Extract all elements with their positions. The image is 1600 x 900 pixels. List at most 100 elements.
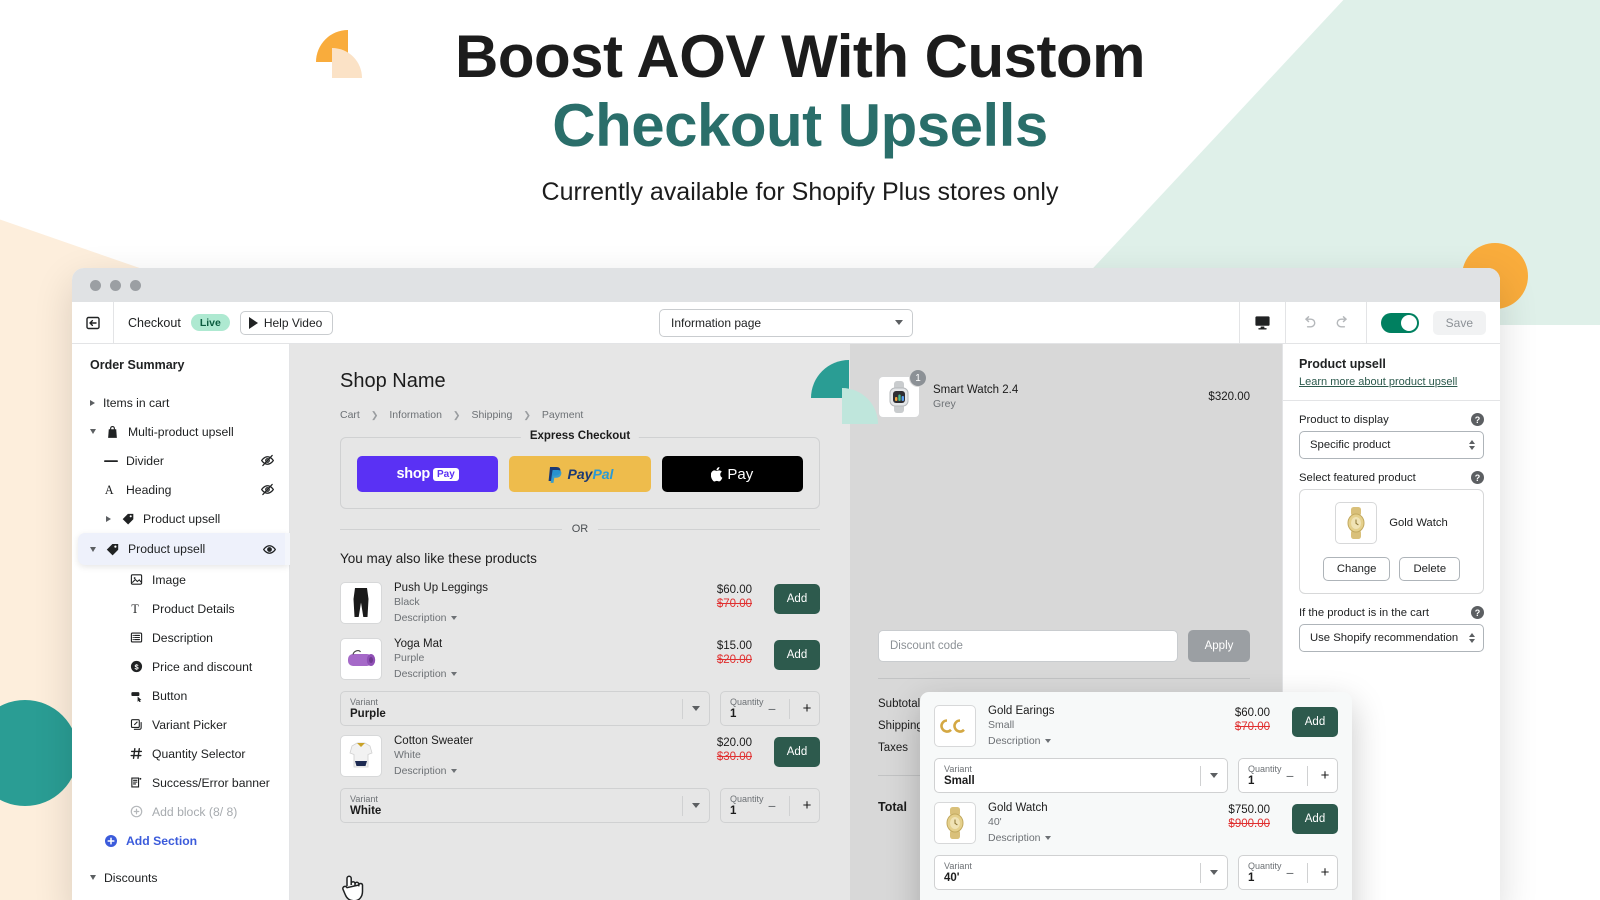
quantity-stepper[interactable]: Quantity 1 − +	[1238, 758, 1338, 793]
sidebar-add-section-button[interactable]: Add Section	[72, 826, 289, 855]
variant-select[interactable]: Variant 40'	[934, 855, 1228, 890]
quantity-increment-button[interactable]: +	[799, 700, 815, 717]
product-description-toggle[interactable]: Description	[394, 612, 705, 624]
eye-off-icon[interactable]	[260, 453, 275, 468]
breadcrumb-information[interactable]: Information	[389, 409, 442, 421]
breadcrumb: Cart ❯ Information ❯ Shipping ❯ Payment	[340, 409, 820, 421]
breadcrumb-cart[interactable]: Cart	[340, 409, 360, 421]
learn-more-link[interactable]: Learn more about product upsell	[1299, 376, 1484, 388]
product-price: $60.00	[716, 584, 752, 596]
paypal-label-b: Pal	[592, 466, 614, 482]
quantity-decrement-button[interactable]: −	[764, 798, 780, 814]
sidebar-item-items-in-cart[interactable]: Items in cart	[72, 388, 289, 417]
redo-icon[interactable]	[1333, 313, 1352, 332]
quantity-decrement-button[interactable]: −	[1282, 768, 1298, 784]
product-name: Yoga Mat	[394, 638, 443, 650]
product-price: $60.00	[1234, 707, 1270, 719]
quantity-stepper[interactable]: Quantity 1 − +	[720, 691, 820, 726]
help-video-button[interactable]: Help Video	[239, 310, 334, 335]
variant-select[interactable]: Variant Small	[934, 758, 1228, 793]
apply-discount-button[interactable]: Apply	[1188, 630, 1250, 662]
poster-stage: Boost AOV With Custom Checkout Upsells C…	[0, 0, 1600, 900]
paypal-label-a: Pay	[567, 466, 593, 482]
hero-header: Boost AOV With Custom Checkout Upsells C…	[0, 26, 1600, 207]
sidebar-add-block-button[interactable]: Add block (8/ 8)	[72, 797, 289, 826]
quantity-stepper[interactable]: Quantity 1 − +	[720, 788, 820, 823]
help-icon[interactable]: ?	[1471, 606, 1484, 619]
divider-icon	[102, 459, 119, 463]
product-description-toggle[interactable]: Description	[394, 765, 705, 777]
quantity-increment-button[interactable]: +	[799, 797, 815, 814]
sidebar-item-image[interactable]: Image	[72, 565, 289, 594]
express-checkout-section: Express Checkout shop Pay Pay Pal Pay	[340, 430, 820, 509]
sidebar-item-heading[interactable]: A Heading	[72, 475, 289, 504]
eye-off-icon[interactable]	[260, 482, 275, 497]
quantity-decrement-button[interactable]: −	[1282, 865, 1298, 881]
chevron-down-icon	[692, 706, 700, 711]
apple-pay-button[interactable]: Pay	[661, 456, 803, 492]
window-minimize-dot[interactable]	[110, 279, 121, 291]
add-product-button[interactable]: Add	[774, 737, 820, 767]
paypal-button[interactable]: Pay Pal	[509, 456, 651, 492]
help-icon[interactable]: ?	[1471, 413, 1484, 426]
variant-select[interactable]: Variant Purple	[340, 691, 710, 726]
add-product-button[interactable]: Add	[774, 640, 820, 670]
product-upsell-popup-card: Gold Earings Small Description $60.00 $7…	[920, 692, 1352, 900]
undo-icon[interactable]	[1300, 313, 1319, 332]
tag-icon	[104, 542, 121, 557]
sidebar-item-discounts[interactable]: Discounts	[72, 863, 289, 892]
publish-toggle[interactable]	[1380, 312, 1419, 333]
banner-icon	[128, 776, 145, 789]
shop-pay-button[interactable]: shop Pay	[357, 456, 499, 492]
help-icon[interactable]: ?	[1471, 471, 1484, 484]
text-t-icon: T	[128, 602, 145, 615]
sidebar-item-quantity-selector[interactable]: Quantity Selector	[72, 739, 289, 768]
sidebar-item-multi-product-upsell[interactable]: Multi-product upsell	[72, 417, 289, 446]
delete-product-button[interactable]: Delete	[1399, 557, 1461, 581]
chevron-right-icon	[106, 515, 111, 522]
sidebar-item-price-and-discount[interactable]: $ Price and discount	[72, 652, 289, 681]
add-product-button[interactable]: Add	[1292, 707, 1338, 737]
sidebar-item-product-details[interactable]: T Product Details	[72, 594, 289, 623]
app-window: Checkout Live Help Video Information pag…	[72, 268, 1500, 900]
sidebar-item-product-upsell-selected[interactable]: Product upsell	[78, 533, 309, 565]
product-description-toggle[interactable]: Description	[394, 668, 705, 680]
sidebar-item-product-upsell-1[interactable]: Product upsell	[72, 504, 289, 533]
sidebar-item-button[interactable]: Button	[72, 681, 289, 710]
preview-device-button[interactable]	[1240, 302, 1285, 343]
window-maximize-dot[interactable]	[130, 279, 141, 291]
cart-line-item: 1 Smart Watch 2.4 Grey $320.00	[878, 369, 1250, 424]
sidebar-item-divider[interactable]: Divider	[72, 446, 289, 475]
add-product-button[interactable]: Add	[1292, 804, 1338, 834]
variant-value: Purple	[350, 708, 386, 720]
window-close-dot[interactable]	[90, 279, 101, 291]
quantity-increment-button[interactable]: +	[1317, 767, 1333, 784]
add-product-button[interactable]: Add	[774, 584, 820, 614]
variant-select[interactable]: Variant White	[340, 788, 710, 823]
chevron-down-icon	[90, 546, 96, 552]
product-description-toggle[interactable]: Description	[988, 735, 1223, 747]
quantity-value: 1	[730, 805, 737, 817]
product-name: Gold Watch	[988, 802, 1048, 814]
sidebar-item-success-error-banner[interactable]: Success/Error banner	[72, 768, 289, 797]
quantity-increment-button[interactable]: +	[1317, 864, 1333, 881]
quantity-decrement-button[interactable]: −	[764, 701, 780, 717]
save-button[interactable]: Save	[1432, 310, 1486, 335]
product-to-display-select[interactable]: Specific product	[1299, 431, 1484, 459]
breadcrumb-shipping[interactable]: Shipping	[471, 409, 512, 421]
if-in-cart-select[interactable]: Use Shopify recommendation	[1299, 624, 1484, 652]
quantity-stepper[interactable]: Quantity 1 − +	[1238, 855, 1338, 890]
discount-code-input[interactable]: Discount code	[878, 630, 1178, 662]
change-product-button[interactable]: Change	[1322, 557, 1391, 581]
checkout-main-column: Shop Name Cart ❯ Information ❯ Shipping …	[290, 344, 850, 900]
sidebar-item-description[interactable]: Description	[72, 623, 289, 652]
eye-icon[interactable]	[262, 542, 277, 557]
product-description-toggle[interactable]: Description	[988, 832, 1216, 844]
back-arrow-icon[interactable]	[72, 301, 114, 344]
breadcrumb-payment[interactable]: Payment	[542, 409, 583, 421]
cart-qty-badge: 1	[909, 369, 927, 387]
sidebar-item-variant-picker[interactable]: Variant Picker	[72, 710, 289, 739]
apple-pay-label: Pay	[727, 465, 754, 483]
page-select[interactable]: Information page	[659, 308, 913, 337]
quantity-value: 1	[730, 708, 737, 720]
